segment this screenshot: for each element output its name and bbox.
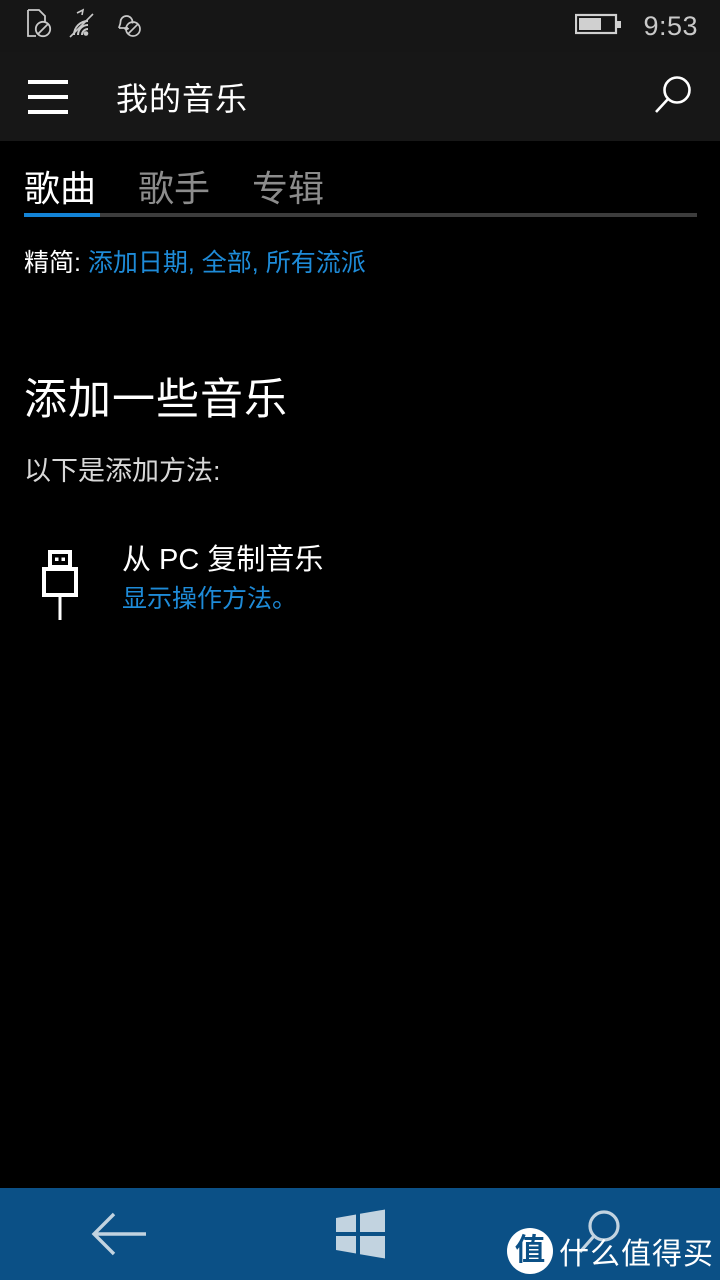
tab-divider	[24, 213, 697, 217]
add-method-title: 从 PC 复制音乐	[122, 544, 324, 576]
add-method-link[interactable]: 显示操作方法。	[122, 584, 323, 615]
add-method-row: 从 PC 复制音乐 显示操作方法。	[24, 542, 720, 624]
status-bar-left-icons	[26, 8, 142, 45]
filter-label: 精简:	[24, 249, 81, 277]
filter-row: 精简: 添加日期, 全部, 所有流派	[24, 243, 720, 279]
usb-icon	[24, 542, 96, 624]
tab-artists[interactable]: 歌手	[138, 171, 210, 213]
add-method-text: 从 PC 复制音乐 显示操作方法。	[122, 542, 323, 616]
status-bar-right: 9:53	[575, 11, 698, 42]
hamburger-line	[28, 109, 68, 114]
wifi-arrow-icon	[66, 8, 100, 45]
notifications-off-icon	[114, 9, 142, 44]
filter-links[interactable]: 添加日期, 全部, 所有流派	[88, 249, 366, 277]
main-content: 歌曲 歌手 专辑 精简: 添加日期, 全部, 所有流派 添加一些音乐 以下是添加…	[0, 141, 720, 1188]
battery-icon	[575, 11, 623, 42]
status-bar-clock: 9:53	[643, 10, 698, 41]
nav-back-icon[interactable]	[0, 1188, 240, 1280]
app-bar: 我的音乐	[0, 52, 720, 141]
hamburger-line	[28, 79, 68, 84]
phone-screen: 9:53 我的音乐 歌曲 歌手 专辑 精简: 添加日期, 全部, 所有流派 添加…	[0, 0, 720, 1280]
tab-active-underline	[24, 213, 100, 217]
empty-state-subtitle: 以下是添加方法:	[24, 456, 221, 486]
status-bar: 9:53	[0, 0, 720, 52]
nav-search-icon[interactable]	[480, 1188, 720, 1280]
tab-albums[interactable]: 专辑	[252, 171, 324, 213]
empty-state-title: 添加一些音乐	[24, 376, 288, 424]
search-icon[interactable]	[624, 52, 720, 141]
system-nav-bar: 值 什么值得买	[0, 1188, 720, 1280]
tab-songs[interactable]: 歌曲	[24, 171, 96, 213]
nav-start-windows-icon[interactable]	[240, 1188, 480, 1280]
hamburger-menu-icon[interactable]	[0, 52, 96, 141]
sim-disabled-icon	[26, 8, 52, 44]
tab-bar: 歌曲 歌手 专辑	[0, 141, 720, 213]
hamburger-line	[28, 94, 68, 99]
page-title: 我的音乐	[116, 80, 249, 117]
